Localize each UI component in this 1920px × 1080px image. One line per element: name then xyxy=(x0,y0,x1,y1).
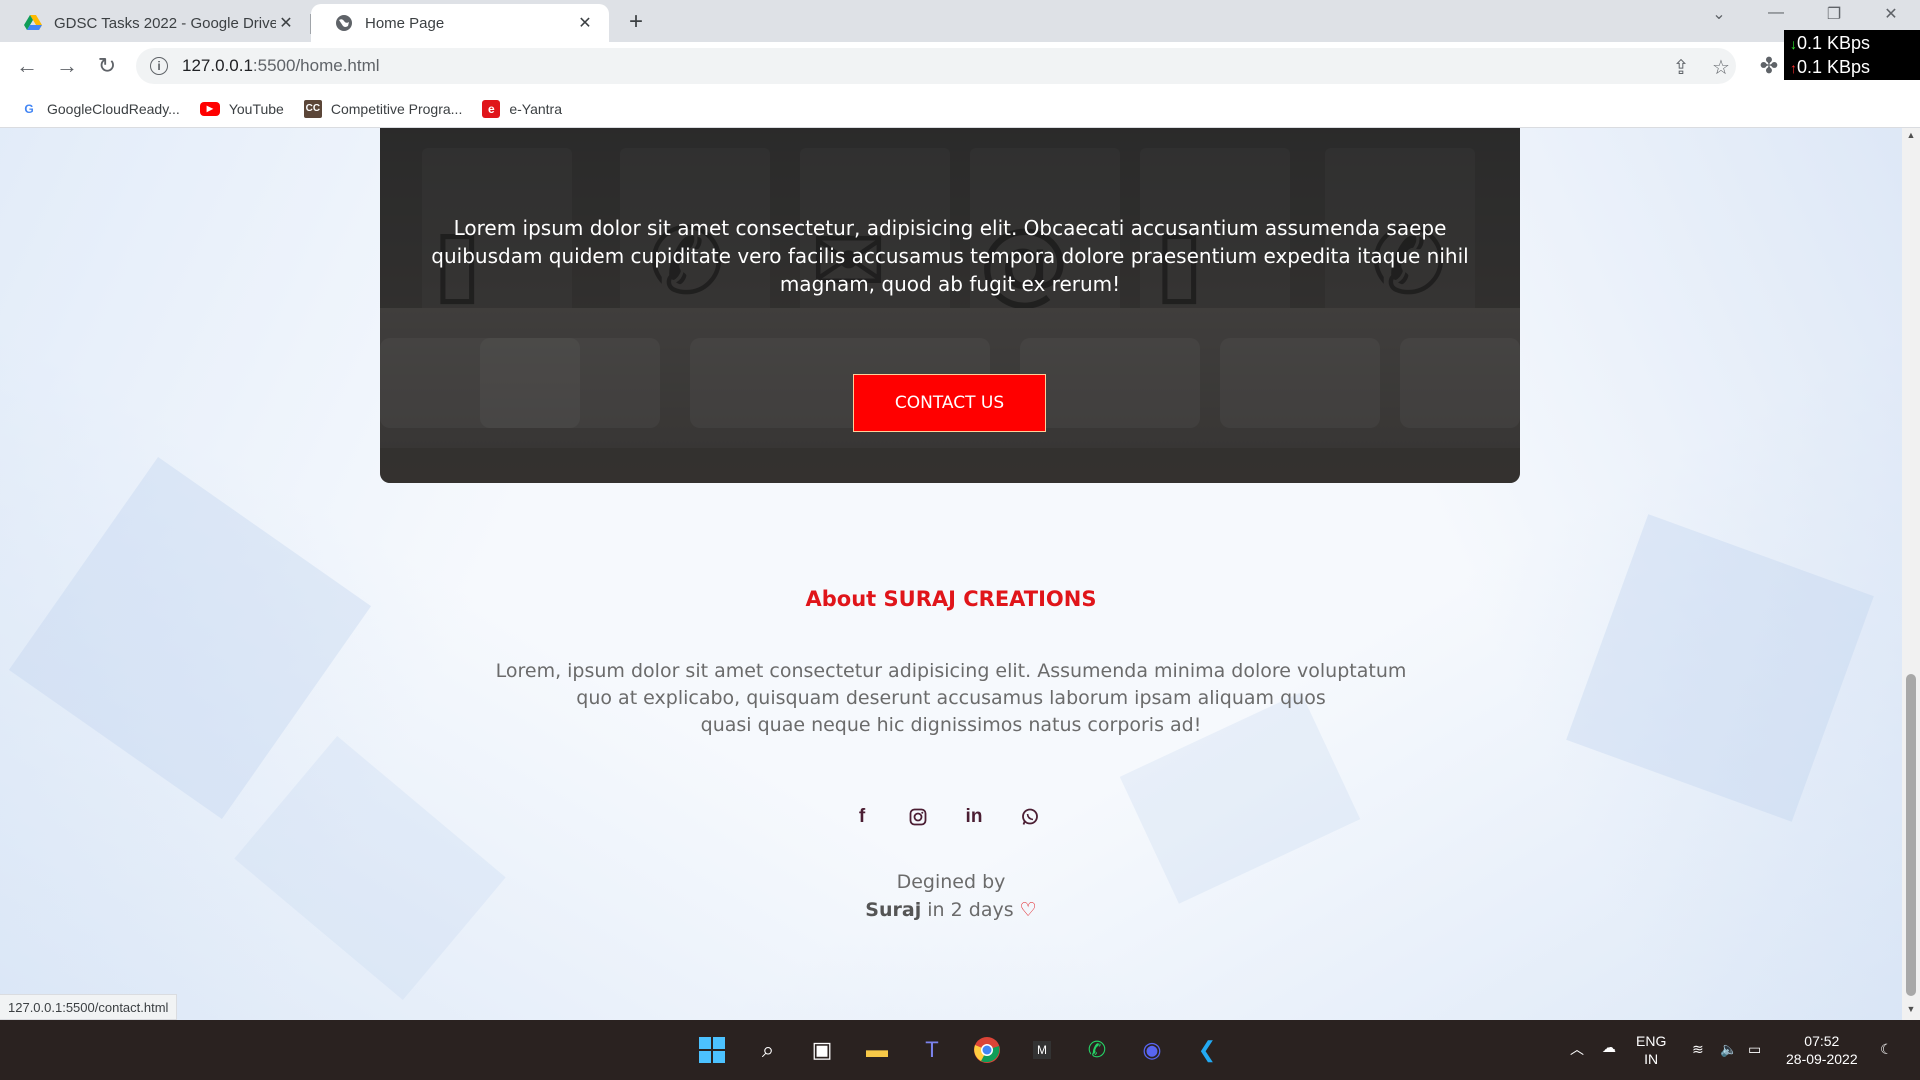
credit-rest: in 2 days xyxy=(927,899,1014,921)
bookmark-label: Competitive Progra... xyxy=(330,100,463,117)
whatsapp-icon[interactable]: ✆ xyxy=(1079,1032,1115,1068)
whatsapp-icon[interactable] xyxy=(1019,806,1041,828)
tab-title: Home Page xyxy=(365,14,445,32)
about-prefix: About xyxy=(805,587,877,611)
about-line: quasi quae neque hic dignissimos natus c… xyxy=(700,714,1202,736)
search-icon[interactable]: ⌕ xyxy=(750,1032,786,1068)
about-line: Lorem, ipsum dolor sit amet consectetur … xyxy=(495,660,1407,682)
status-bar-url: 127.0.0.1:5500/contact.html xyxy=(0,994,178,1020)
credit-line: Degined by xyxy=(896,871,1006,893)
extensions-icon[interactable]: ✤ xyxy=(1755,52,1783,80)
browser-toolbar: ← → ↻ i 127.0.0.1:5500/home.html ⇪ ☆ ✤ xyxy=(0,42,1920,90)
upload-arrow-icon: ↑ xyxy=(1790,60,1797,76)
start-button[interactable] xyxy=(694,1032,730,1068)
contact-hero-banner: ▯ ✆ ✉ @ ▯ ✆ Lorem ipsum dolor sit amet c… xyxy=(380,128,1520,483)
bookmark-label: e-Yantra xyxy=(509,100,563,117)
clock-time: 07:52 xyxy=(1804,1033,1840,1049)
about-text: Lorem, ipsum dolor sit amet consectetur … xyxy=(490,658,1412,739)
download-arrow-icon: ↓ xyxy=(1790,36,1797,52)
show-hidden-icons-icon[interactable]: ︿ xyxy=(1570,1040,1584,1058)
url-host: 127.0.0.1 xyxy=(182,56,253,75)
about-heading: About SURAJ CREATIONS xyxy=(0,587,1902,611)
taskbar: ⌕ ▣ ▬ T M ✆ ◉ ❮ ︿ ☁ ENG IN ≋ 🔈 ▭ 07:52 2… xyxy=(0,1020,1920,1080)
upload-speed: 0.1 KBps xyxy=(1797,57,1871,77)
scrollbar-thumb[interactable] xyxy=(1906,674,1916,996)
close-tab-icon[interactable]: ✕ xyxy=(575,13,595,33)
globe-icon xyxy=(336,15,352,31)
credit-name: Suraj xyxy=(865,899,922,921)
download-speed: 0.1 KBps xyxy=(1797,33,1871,53)
windows-icon xyxy=(699,1037,725,1063)
battery-icon[interactable]: ▭ xyxy=(1748,1040,1761,1058)
linkedin-icon[interactable]: in xyxy=(963,806,985,828)
task-view-icon[interactable]: ▣ xyxy=(804,1032,840,1068)
vscode-icon[interactable]: ❮ xyxy=(1189,1032,1225,1068)
bookmark-star-icon[interactable]: ☆ xyxy=(1710,56,1732,79)
about-brand: SURAJ CREATIONS xyxy=(883,587,1097,611)
instagram-icon[interactable] xyxy=(907,806,929,828)
app-icon[interactable]: M xyxy=(1024,1032,1060,1068)
background-shape xyxy=(1566,514,1874,822)
region-code: IN xyxy=(1644,1051,1659,1067)
focus-assist-icon[interactable]: ☾ xyxy=(1880,1040,1893,1058)
bookmark-e-yantra[interactable]: e e-Yantra xyxy=(482,99,563,118)
contact-us-button[interactable]: CONTACT US xyxy=(853,374,1046,432)
tab-home-page[interactable]: Home Page ✕ xyxy=(311,4,609,42)
cc-icon: CC xyxy=(303,99,322,118)
reload-button[interactable]: ↻ xyxy=(93,52,121,80)
discord-icon[interactable]: ◉ xyxy=(1134,1032,1170,1068)
close-tab-icon[interactable]: ✕ xyxy=(276,13,296,33)
url-path: :5500/home.html xyxy=(252,56,380,75)
back-button[interactable]: ← xyxy=(13,52,41,80)
volume-icon[interactable]: 🔈 xyxy=(1720,1040,1737,1058)
clock[interactable]: 07:52 28-09-2022 xyxy=(1786,1032,1858,1068)
scroll-down-icon[interactable]: ▼ xyxy=(1906,1004,1916,1014)
wifi-icon[interactable]: ≋ xyxy=(1692,1040,1704,1058)
scroll-up-icon[interactable]: ▲ xyxy=(1906,130,1916,140)
chrome-icon[interactable] xyxy=(969,1032,1005,1068)
bookmark-label: GoogleCloudReady... xyxy=(47,100,180,117)
bookmark-competitive-programming[interactable]: CC Competitive Progra... xyxy=(303,99,463,118)
tab-google-drive[interactable]: GDSC Tasks 2022 - Google Drive ✕ xyxy=(0,4,310,42)
social-links: f in xyxy=(851,806,1041,828)
credit-line: Suraj in 2 days ♡ xyxy=(0,896,1902,924)
bookmarks-bar: G GoogleCloudReady... ▶ YouTube CC Compe… xyxy=(0,90,1920,128)
credit-footer: Degined by Suraj in 2 days ♡ xyxy=(0,868,1902,924)
new-tab-button[interactable]: + xyxy=(622,8,650,36)
share-icon[interactable]: ⇪ xyxy=(1670,56,1692,79)
heart-icon: ♡ xyxy=(1019,899,1037,921)
close-window-button[interactable]: ✕ xyxy=(1871,4,1911,24)
site-info-icon[interactable]: i xyxy=(150,57,168,75)
url-text: 127.0.0.1:5500/home.html xyxy=(182,56,380,76)
bookmark-youtube[interactable]: ▶ YouTube xyxy=(199,100,284,117)
bookmark-label: YouTube xyxy=(228,100,284,117)
lang-code: ENG xyxy=(1636,1033,1667,1049)
youtube-icon: ▶ xyxy=(199,101,220,116)
tab-strip: GDSC Tasks 2022 - Google Drive ✕ Home Pa… xyxy=(0,0,1920,42)
page-scrollbar[interactable]: ▲ ▼ xyxy=(1902,128,1920,1020)
about-line: quo at explicabo, quisquam deserunt accu… xyxy=(576,687,1326,709)
clock-date: 28-09-2022 xyxy=(1786,1051,1858,1067)
google-drive-icon xyxy=(24,15,42,30)
forward-button[interactable]: → xyxy=(53,52,81,80)
hero-text: Lorem ipsum dolor sit amet consectetur, … xyxy=(431,216,1469,296)
language-indicator[interactable]: ENG IN xyxy=(1636,1032,1666,1068)
tab-title: GDSC Tasks 2022 - Google Drive xyxy=(54,14,276,32)
facebook-icon[interactable]: f xyxy=(851,806,873,828)
restore-button[interactable]: ❐ xyxy=(1814,4,1854,24)
file-explorer-icon[interactable]: ▬ xyxy=(859,1032,895,1068)
address-bar[interactable]: i 127.0.0.1:5500/home.html ⇪ ☆ xyxy=(136,48,1736,84)
teams-icon[interactable]: T xyxy=(914,1032,950,1068)
minimize-button[interactable]: — xyxy=(1756,4,1796,22)
bookmark-googlecloudready[interactable]: G GoogleCloudReady... xyxy=(20,100,180,118)
network-monitor: ↓0.1 KBps ↑0.1 KBps xyxy=(1784,30,1920,80)
e-yantra-icon: e xyxy=(482,99,501,118)
page-viewport: ▯ ✆ ✉ @ ▯ ✆ Lorem ipsum dolor sit amet c… xyxy=(0,128,1902,1020)
onedrive-cloud-icon[interactable]: ☁ xyxy=(1602,1038,1616,1056)
google-icon: G xyxy=(24,101,34,116)
tab-search-icon[interactable]: ⌄ xyxy=(1699,4,1739,24)
